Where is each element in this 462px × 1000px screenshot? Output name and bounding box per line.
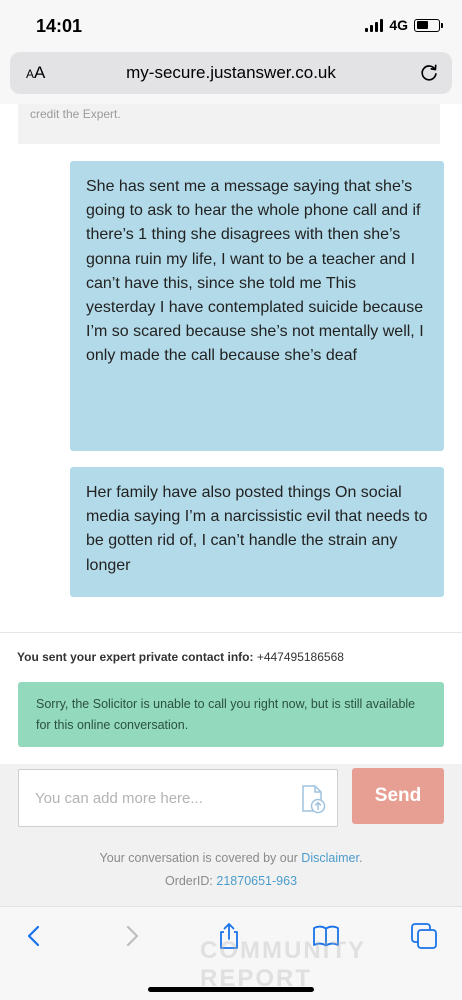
- expert-unavailable-notice: Sorry, the Solicitor is unable to call y…: [18, 682, 444, 747]
- contact-info-note: You sent your expert private contact inf…: [17, 650, 344, 664]
- divider: [0, 632, 462, 633]
- send-button[interactable]: Send: [352, 768, 444, 824]
- previous-message: credit the Expert.: [18, 104, 440, 144]
- conversation-footer: Your conversation is covered by our Disc…: [0, 836, 462, 906]
- browser-address-area: AA my-secure.justanswer.co.uk: [0, 48, 462, 104]
- disclaimer-link[interactable]: Disclaimer: [301, 851, 359, 865]
- reload-icon[interactable]: [418, 62, 440, 84]
- browser-toolbar: COMMUNITY REPORT: [0, 906, 462, 1000]
- contact-info-label: You sent your expert private contact inf…: [17, 650, 254, 664]
- signal-strength-icon: [365, 18, 384, 32]
- contact-info-value: +447495186568: [256, 650, 344, 664]
- attach-file-icon[interactable]: [299, 784, 327, 814]
- disclaimer-line: Your conversation is covered by our Disc…: [99, 851, 363, 865]
- status-time: 14:01: [36, 16, 83, 36]
- user-message-bubble: She has sent me a message saying that sh…: [70, 161, 444, 451]
- previous-message-text: credit the Expert.: [30, 107, 121, 121]
- message-input[interactable]: You can add more here...: [18, 769, 338, 827]
- address-bar[interactable]: AA my-secure.justanswer.co.uk: [10, 52, 452, 94]
- message-composer: You can add more here... Send: [0, 764, 462, 836]
- message-input-placeholder: You can add more here...: [35, 790, 203, 807]
- url-text[interactable]: my-secure.justanswer.co.uk: [10, 63, 452, 83]
- home-indicator: [148, 987, 314, 992]
- chevron-left-icon[interactable]: [20, 921, 50, 951]
- status-indicators: 4G: [365, 17, 443, 33]
- status-bar: 14:01 4G: [0, 0, 462, 48]
- network-type: 4G: [389, 17, 408, 33]
- battery-icon: [414, 18, 443, 32]
- chevron-right-icon[interactable]: [116, 921, 146, 951]
- user-message-bubble: Her family have also posted things On so…: [70, 467, 444, 597]
- order-id-line: OrderID: 21870651-963: [164, 874, 298, 888]
- watermark: COMMUNITY REPORT: [200, 937, 366, 992]
- order-id-link[interactable]: 21870651-963: [216, 874, 297, 888]
